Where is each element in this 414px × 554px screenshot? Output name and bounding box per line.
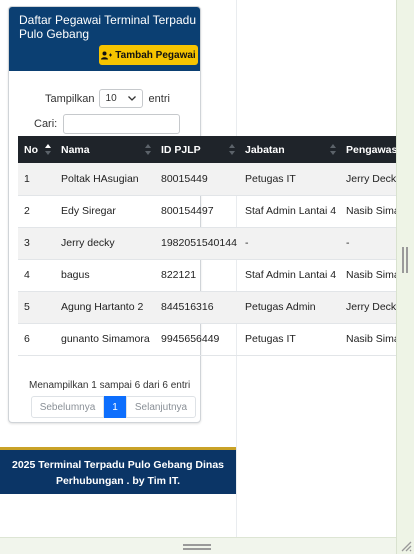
card-header: Daftar Pegawai Terminal Terpadu Pulo Geb… bbox=[9, 7, 200, 71]
cell-pengawas: Jerry Decky bbox=[346, 172, 396, 185]
employee-table-wrapper: No Nama ID PJLP Jabatan Pengawas 1 Polta… bbox=[18, 136, 396, 356]
cell-jabatan: Staf Admin Lantai 4 bbox=[245, 205, 337, 217]
table-header-row: No Nama ID PJLP Jabatan Pengawas bbox=[18, 136, 396, 163]
cell-nama: Edy Siregar bbox=[61, 205, 116, 217]
cell-jabatan: Petugas Admin bbox=[245, 301, 316, 313]
cell-no: 6 bbox=[24, 333, 30, 345]
column-header-nama[interactable]: Nama bbox=[55, 136, 155, 163]
cell-no: 5 bbox=[24, 301, 30, 313]
sort-asc-icon bbox=[45, 144, 51, 155]
column-header-jabatan[interactable]: Jabatan bbox=[239, 136, 340, 163]
cell-pengawas: Nasib Sima bbox=[346, 269, 396, 281]
pagination: Sebelumnya 1 Selanjutnya bbox=[31, 396, 196, 418]
cell-nama: Poltak HAsugian bbox=[61, 172, 139, 185]
column-header-pengawas[interactable]: Pengawas bbox=[340, 136, 396, 163]
chevron-down-icon bbox=[127, 96, 136, 101]
cell-jabatan: Petugas IT bbox=[245, 333, 296, 345]
employee-table: No Nama ID PJLP Jabatan Pengawas 1 Polta… bbox=[18, 136, 396, 356]
sort-icon bbox=[330, 144, 336, 155]
cell-jabatan: Staf Admin Lantai 4 bbox=[245, 269, 337, 281]
cell-pengawas: Jerry Decky bbox=[346, 301, 396, 313]
cell-id-pjlp: 800154497 bbox=[161, 205, 214, 217]
table-row: 2 Edy Siregar 800154497 Staf Admin Lanta… bbox=[18, 195, 396, 227]
vertical-splitter-handle[interactable] bbox=[402, 247, 408, 273]
length-suffix: entri bbox=[148, 92, 170, 105]
card-title: Daftar Pegawai Terminal Terpadu Pulo Geb… bbox=[19, 13, 196, 41]
table-row: 6 gunanto Simamora 9945656449 Petugas IT… bbox=[18, 323, 396, 355]
side-panel-strip bbox=[396, 0, 414, 554]
column-header-no[interactable]: No bbox=[18, 136, 55, 163]
cell-jabatan: - bbox=[245, 237, 249, 249]
cell-id-pjlp: 80015449 bbox=[161, 172, 208, 185]
cell-no: 4 bbox=[24, 269, 30, 281]
cell-pengawas: - bbox=[346, 237, 350, 249]
pagination-page-1[interactable]: 1 bbox=[104, 396, 126, 418]
search-control: Cari: bbox=[34, 114, 181, 134]
search-label: Cari: bbox=[34, 118, 58, 130]
entries-length-select[interactable]: 10 bbox=[98, 89, 143, 108]
column-header-id-pjlp[interactable]: ID PJLP bbox=[155, 136, 239, 163]
add-employee-button[interactable]: Tambah Pegawai bbox=[99, 45, 198, 65]
sort-icon bbox=[145, 144, 151, 155]
entries-length-control: Tampilkan 10 entri bbox=[45, 89, 170, 108]
cell-id-pjlp: 1982051540144 bbox=[161, 237, 237, 249]
cell-id-pjlp: 9945656449 bbox=[161, 333, 220, 345]
length-prefix: Tampilkan bbox=[45, 92, 95, 105]
table-row: 1 Poltak HAsugian 80015449 Petugas IT Je… bbox=[18, 163, 396, 195]
cell-nama: gunanto Simamora bbox=[61, 333, 150, 345]
cell-pengawas: Nasib Sima bbox=[346, 333, 396, 345]
cell-nama: Agung Hartanto 2 bbox=[61, 301, 144, 313]
user-plus-icon bbox=[101, 51, 113, 59]
pagination-next[interactable]: Selanjutnya bbox=[126, 396, 196, 418]
length-selected-value: 10 bbox=[105, 93, 117, 104]
footer-line-2: Perhubungan . by Tim IT. bbox=[55, 475, 181, 487]
table-row: 3 Jerry decky 1982051540144 - - bbox=[18, 227, 396, 259]
pagination-previous[interactable]: Sebelumnya bbox=[31, 396, 104, 418]
cell-nama: bagus bbox=[61, 269, 90, 281]
cell-no: 2 bbox=[24, 205, 30, 217]
cell-no: 1 bbox=[24, 172, 30, 185]
cell-nama: Jerry decky bbox=[61, 237, 115, 249]
cell-no: 3 bbox=[24, 237, 30, 249]
page-footer: 2025 Terminal Terpadu Pulo Gebang Dinas … bbox=[0, 447, 236, 494]
cell-pengawas: Nasib Sima bbox=[346, 205, 396, 217]
add-employee-label: Tambah Pegawai bbox=[115, 49, 196, 61]
sort-icon bbox=[229, 144, 235, 155]
footer-line-1: 2025 Terminal Terpadu Pulo Gebang Dinas bbox=[12, 459, 224, 471]
resize-grip-icon[interactable] bbox=[398, 538, 412, 552]
cell-id-pjlp: 844516316 bbox=[161, 301, 214, 313]
table-info: Menampilkan 1 sampai 6 dari 6 entri bbox=[29, 380, 191, 391]
table-row: 5 Agung Hartanto 2 844516316 Petugas Adm… bbox=[18, 291, 396, 323]
table-row: 4 bagus 822121 Staf Admin Lantai 4 Nasib… bbox=[18, 259, 396, 291]
cell-id-pjlp: 822121 bbox=[161, 269, 197, 281]
cell-jabatan: Petugas IT bbox=[245, 172, 296, 185]
horizontal-splitter-handle[interactable] bbox=[183, 544, 211, 550]
search-input[interactable] bbox=[63, 114, 181, 134]
